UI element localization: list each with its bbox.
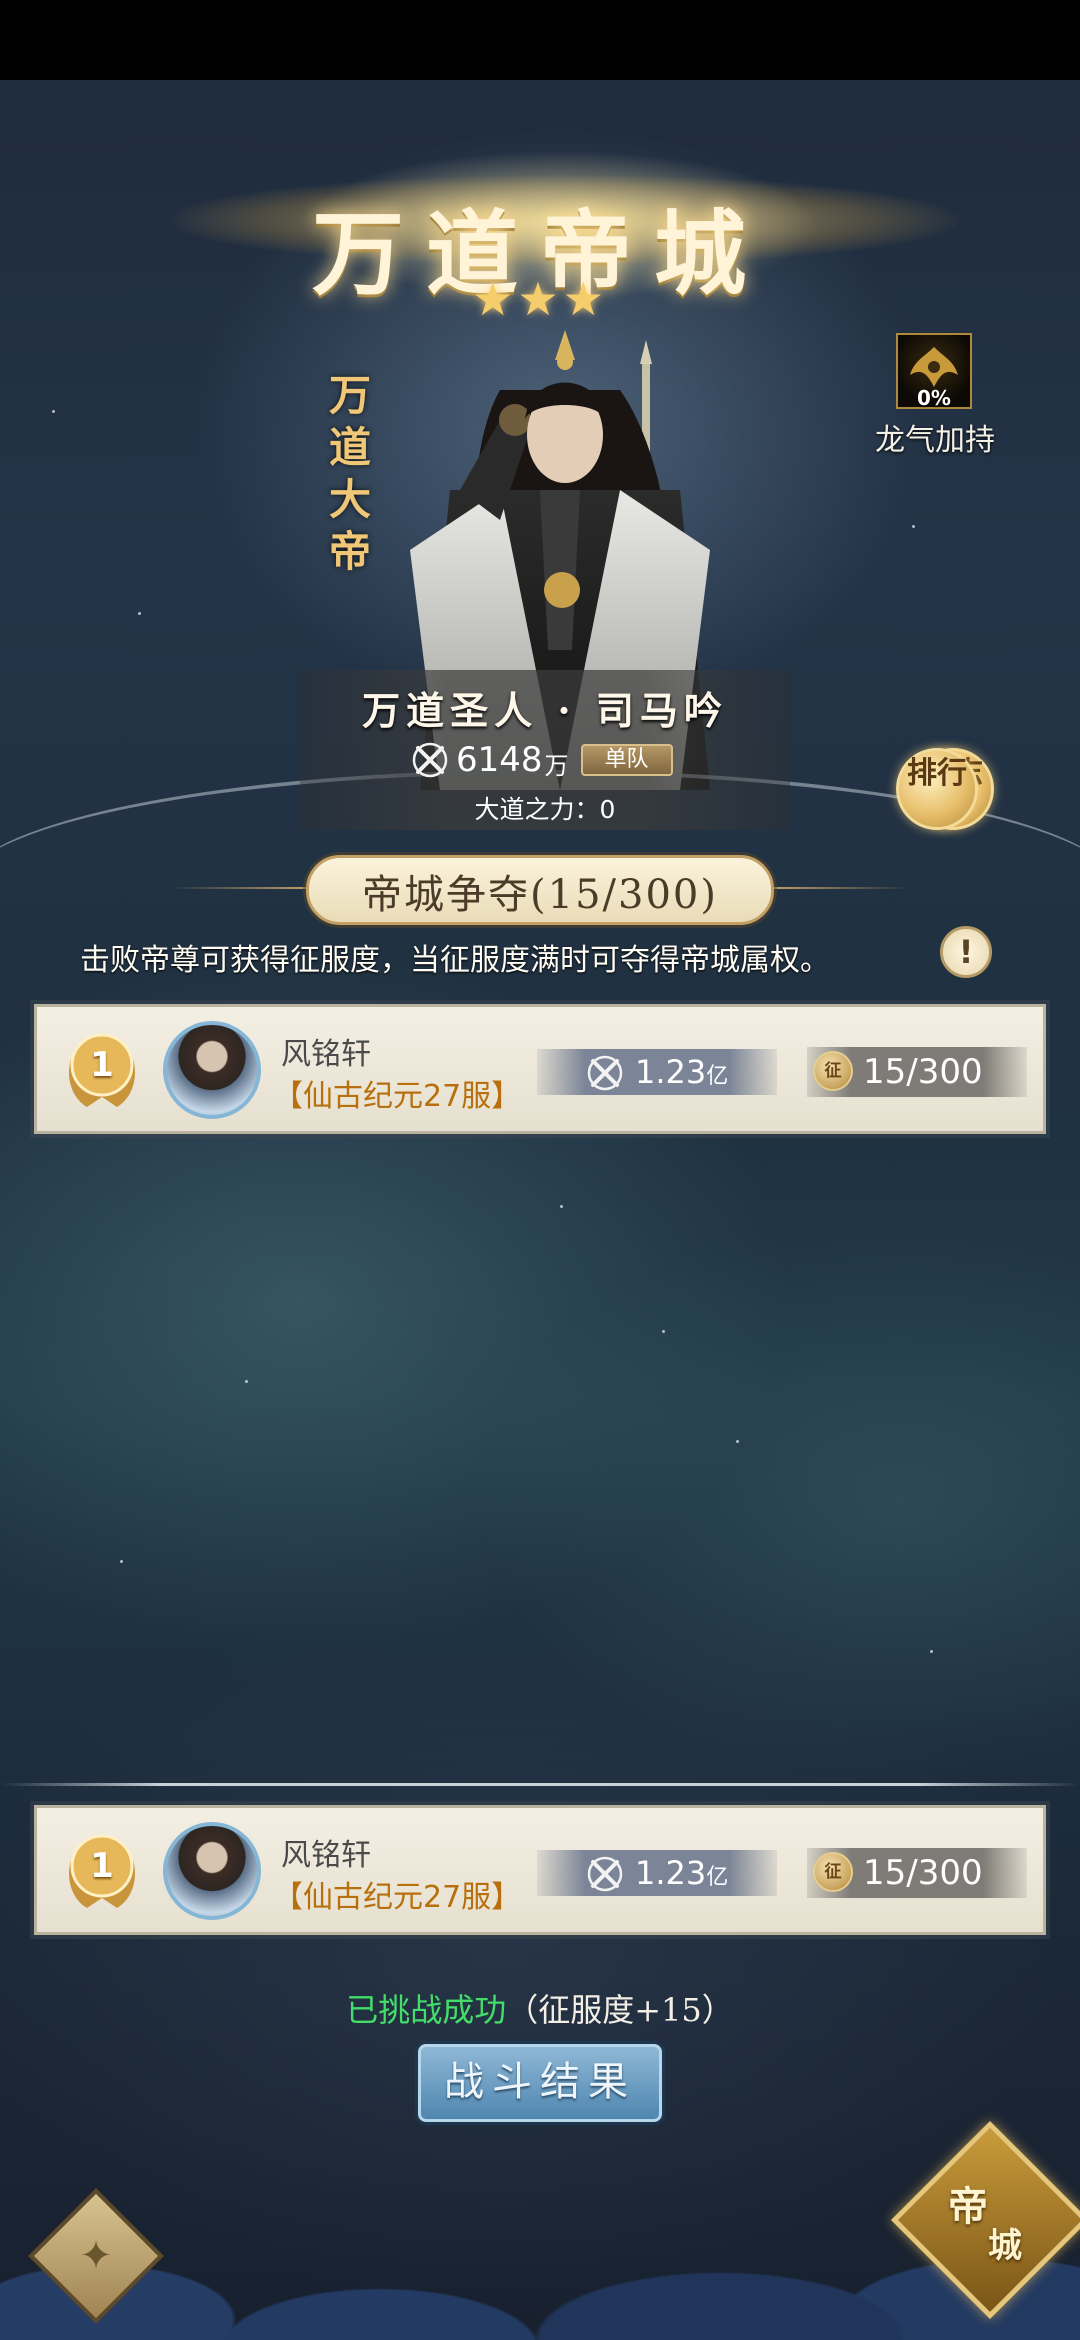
contest-title: 帝城争夺(15/300) <box>362 872 718 918</box>
challenge-success-label: 已挑战成功 <box>346 1991 507 2029</box>
imperial-city-char-2: 城 <box>988 2226 1022 2266</box>
rank-number: 1 <box>90 1045 114 1085</box>
dragon-qi-percent: 0% <box>917 386 951 410</box>
scroll-ornament-icon: ✦ <box>79 2233 113 2279</box>
player-server: 【仙古纪元27服】 <box>273 1880 522 1915</box>
crossed-swords-icon <box>587 1856 623 1892</box>
team-type-badge: 单队 <box>580 744 673 776</box>
imperial-city-char-1: 帝 <box>948 2183 988 2230</box>
conquer-icon: 征 <box>813 1051 853 1091</box>
challenger-card-top[interactable]: 1 风铭轩 【仙古纪元27服】 1.23亿 征 15/300 <box>34 1004 1046 1134</box>
info-button[interactable]: ! <box>940 926 992 978</box>
dadao-power-text: 大道之力：0 <box>474 795 616 824</box>
conquer-value: 15/300 <box>863 1853 983 1893</box>
star-rating: ★★★ <box>472 272 608 326</box>
imperial-city-label: 帝城 <box>930 2160 1050 2280</box>
player-power: 1.23亿 <box>635 1049 728 1100</box>
challenger-card-self[interactable]: 1 风铭轩 【仙古纪元27服】 1.23亿 征 15/300 <box>34 1805 1046 1935</box>
crossed-swords-icon <box>412 742 448 778</box>
player-name: 风铭轩 <box>281 1838 371 1873</box>
battle-result-button[interactable]: 战斗结果 <box>418 2044 662 2122</box>
player-power-value: 1.23 <box>635 1854 707 1892</box>
list-separator <box>0 1783 1080 1786</box>
player-power-value: 1.23 <box>635 1053 707 1091</box>
boss-power-value: 6148 <box>456 740 543 780</box>
contest-description: 击败帝尊可获得征服度，当征服度满时可夺得帝城属权。 <box>80 943 830 978</box>
challenge-result-text: 已挑战成功（征服度+15） <box>0 1985 1080 2031</box>
avatar[interactable] <box>163 1822 261 1920</box>
player-server: 【仙古纪元27服】 <box>273 1079 522 1114</box>
avatar[interactable] <box>163 1021 261 1119</box>
conquer-gain-label: （征服度+15） <box>506 1991 734 2029</box>
player-power-unit: 亿 <box>706 1865 729 1890</box>
boss-power-row: 6148 万 单队 <box>410 740 673 780</box>
player-power-unit: 亿 <box>706 1064 729 1089</box>
player-name: 风铭轩 <box>281 1037 371 1072</box>
status-bar <box>0 0 1080 80</box>
boss-power-unit: 万 <box>544 751 569 780</box>
game-screen: 万道帝城 ★★★ 万道大帝 0% 龙气加持 万道圣人 · 司马吟 6148 万 … <box>0 0 1080 2340</box>
boss-name: 万道圣人 · 司马吟 <box>362 688 728 733</box>
conquer-value: 15/300 <box>863 1052 983 1092</box>
rank-button[interactable]: 排行 <box>896 748 978 830</box>
crossed-swords-icon <box>587 1055 623 1091</box>
rank-number: 1 <box>90 1846 114 1886</box>
player-power: 1.23亿 <box>635 1850 728 1901</box>
conquer-icon: 征 <box>813 1852 853 1892</box>
dragon-qi-label: 龙气加持 <box>875 423 995 458</box>
rank-button-label: 排行 <box>907 756 967 791</box>
